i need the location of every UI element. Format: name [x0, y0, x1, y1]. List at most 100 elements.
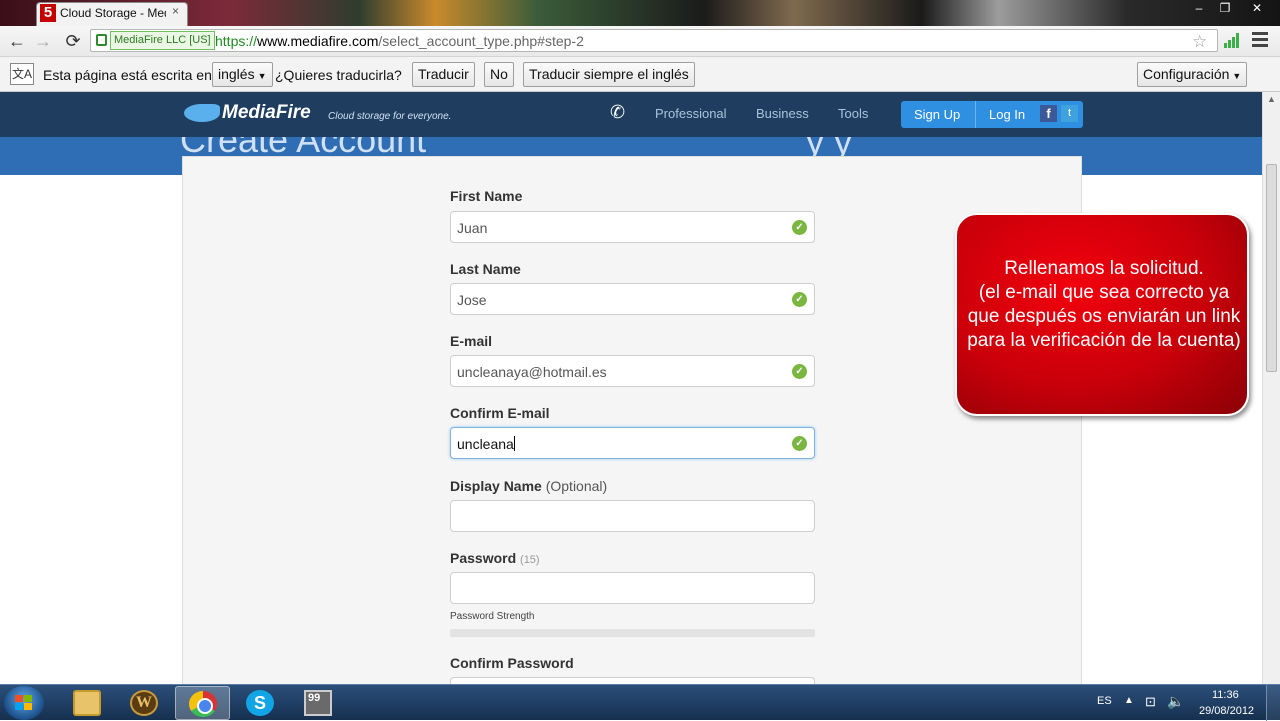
optional-hint: (Optional)	[545, 478, 608, 494]
url-path: /select_account_type.php#step-2	[378, 33, 584, 49]
nav-link-business[interactable]: Business	[756, 106, 809, 121]
network-icon[interactable]: ⊡	[1145, 694, 1156, 710]
valid-check-icon: ✓	[792, 292, 807, 307]
scroll-thumb[interactable]	[1266, 164, 1277, 372]
tab-close-icon[interactable]: ×	[172, 4, 179, 18]
translate-icon: 文A	[10, 63, 34, 85]
translate-bar: 文A Esta página está escrita en inglés ▼ ¿…	[0, 56, 1280, 92]
confirm-email-label: Confirm E-mail	[450, 405, 550, 421]
tab-favicon-icon: 5	[40, 4, 56, 22]
browser-toolbar: ← → ⟳ MediaFire LLC [US] https://www.med…	[0, 26, 1280, 56]
display-name-label: Display Name	[450, 478, 542, 494]
wrench-menu-icon[interactable]	[1252, 32, 1268, 48]
folder-icon	[73, 690, 101, 716]
first-name-field[interactable]: Juan ✓	[450, 211, 815, 243]
scroll-up-arrow-icon[interactable]: ▲	[1267, 94, 1276, 104]
sign-up-button[interactable]: Sign Up	[914, 107, 960, 122]
lock-icon[interactable]	[96, 34, 107, 46]
password-strength-label: Password Strength	[450, 611, 535, 622]
clock-date[interactable]: 29/08/2012	[1199, 705, 1254, 717]
email-field[interactable]: uncleanaya@hotmail.es ✓	[450, 355, 815, 387]
tray-expand-icon[interactable]: ▲	[1124, 695, 1134, 706]
first-name-value: Juan	[457, 220, 488, 236]
extension-signal-icon[interactable]	[1224, 32, 1240, 48]
site-logo[interactable]: MediaFire	[222, 102, 311, 124]
forward-button[interactable]: →	[32, 30, 54, 52]
valid-check-icon: ✓	[792, 220, 807, 235]
password-label-wrap: Password (15)	[450, 550, 540, 566]
translate-settings-button[interactable]: Configuración ▼	[1137, 62, 1248, 87]
email-value: uncleanaya@hotmail.es	[457, 364, 607, 380]
language-select-value: inglés	[218, 66, 255, 82]
taskbar-game[interactable]: 99	[291, 686, 346, 720]
confirm-password-field[interactable]	[450, 677, 815, 684]
display-name-field[interactable]	[450, 500, 815, 532]
password-counter: (15)	[520, 554, 540, 566]
windows-logo-icon	[15, 695, 33, 711]
last-name-field[interactable]: Jose ✓	[450, 283, 815, 315]
mediafire-logo-icon[interactable]	[184, 104, 220, 122]
url-text[interactable]: https://www.mediafire.com/select_account…	[215, 33, 584, 49]
dropdown-caret-icon: ▼	[257, 71, 267, 81]
dropdown-caret-icon: ▼	[1232, 71, 1242, 81]
translate-message: Esta página está escrita en	[43, 67, 212, 83]
translate-question: ¿Quieres traducirla?	[275, 67, 402, 83]
url-scheme: https://	[215, 33, 258, 49]
tab-strip: 5 Cloud Storage - MediaFire × – ❐ ✕	[0, 0, 1280, 26]
clock-time[interactable]: 11:36	[1212, 689, 1239, 701]
translate-button[interactable]: Traducir	[412, 62, 475, 87]
chrome-icon	[189, 691, 217, 717]
email-label: E-mail	[450, 333, 493, 349]
callout-line-2: (el e-mail que sea correcto ya que despu…	[967, 282, 1241, 351]
log-in-button[interactable]: Log In	[989, 107, 1025, 122]
tab-title[interactable]: Cloud Storage - MediaFire	[60, 6, 166, 20]
last-name-value: Jose	[457, 292, 487, 308]
volume-icon[interactable]: 🔈	[1167, 693, 1184, 710]
taskbar-chrome[interactable]	[175, 686, 230, 720]
callout-text: Rellenamos la solicitud. (el e-mail que …	[965, 257, 1243, 353]
nav-link-professional[interactable]: Professional	[655, 106, 727, 121]
no-translate-button[interactable]: No	[484, 62, 514, 87]
back-button[interactable]: ←	[6, 30, 28, 52]
window-minimize-button[interactable]: –	[1186, 0, 1212, 18]
skype-icon: S	[246, 690, 274, 716]
valid-check-icon: ✓	[792, 436, 807, 451]
confirm-email-value-wrap: uncleana	[457, 436, 515, 452]
translate-settings-label: Configuración	[1143, 66, 1230, 82]
always-translate-button[interactable]: Traducir siempre el inglés	[523, 62, 695, 87]
window-close-button[interactable]: ✕	[1238, 0, 1276, 18]
language-select[interactable]: inglés ▼	[212, 62, 273, 87]
url-host: www.mediafire.com	[257, 33, 379, 49]
confirm-email-value: uncleana	[457, 436, 514, 452]
confirm-email-field[interactable]: uncleana ✓	[450, 427, 815, 459]
game-icon: 99	[304, 690, 332, 716]
facebook-icon[interactable]: f	[1040, 105, 1057, 122]
ev-certificate-badge[interactable]: MediaFire LLC [US]	[110, 31, 215, 50]
confirm-password-label: Confirm Password	[450, 655, 574, 671]
annotation-callout: Rellenamos la solicitud. (el e-mail que …	[955, 213, 1249, 416]
nav-link-tools[interactable]: Tools	[838, 106, 868, 121]
window-maximize-button[interactable]: ❐	[1212, 0, 1238, 18]
last-name-label: Last Name	[450, 261, 521, 277]
display-name-label-wrap: Display Name (Optional)	[450, 478, 607, 494]
show-desktop-button[interactable]	[1266, 685, 1280, 721]
text-cursor	[513, 436, 515, 451]
auth-divider	[975, 101, 976, 128]
callout-line-1: Rellenamos la solicitud.	[1004, 258, 1204, 279]
bookmark-star-icon[interactable]: ☆	[1192, 32, 1207, 52]
taskbar-explorer[interactable]	[60, 686, 115, 720]
password-field[interactable]	[450, 572, 815, 604]
phone-icon[interactable]: ✆	[610, 102, 625, 123]
taskbar-skype[interactable]: S	[233, 686, 288, 720]
site-header: MediaFire Cloud storage for everyone. ✆ …	[0, 92, 1262, 137]
reload-button[interactable]: ⟳	[62, 30, 84, 52]
valid-check-icon: ✓	[792, 364, 807, 379]
first-name-label: First Name	[450, 188, 523, 204]
password-strength-bar	[450, 629, 815, 637]
twitter-icon[interactable]: t	[1061, 105, 1078, 122]
page-scrollbar[interactable]: ▲	[1262, 92, 1280, 684]
tray-language[interactable]: ES	[1097, 695, 1112, 707]
site-tagline: Cloud storage for everyone.	[328, 111, 452, 122]
password-label: Password	[450, 550, 517, 566]
taskbar-wow[interactable]: W	[117, 686, 172, 720]
